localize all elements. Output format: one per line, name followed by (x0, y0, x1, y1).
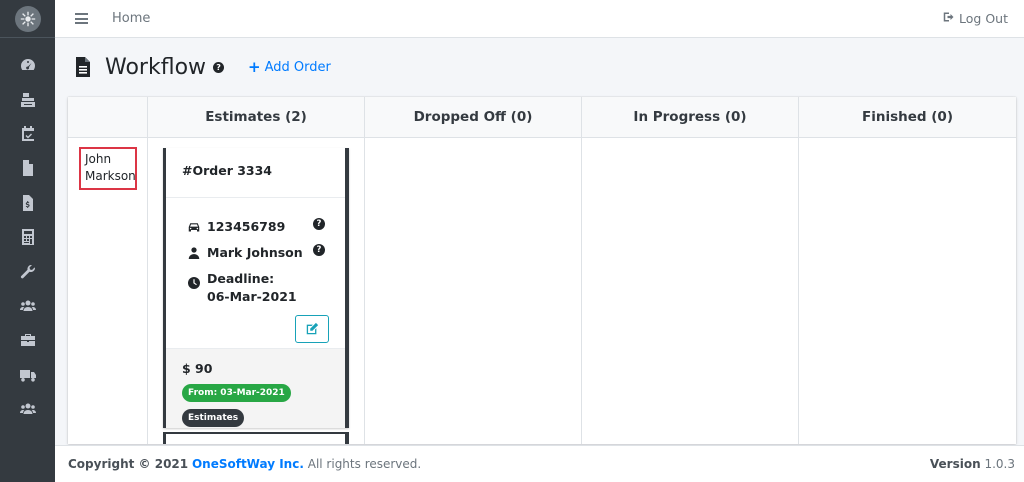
wrench-icon (20, 264, 36, 284)
sidebar-item-calculator[interactable] (0, 222, 55, 256)
car-icon (188, 223, 200, 232)
calendar-check-icon (20, 125, 36, 146)
sign-out-icon (943, 11, 955, 26)
document-icon (20, 160, 36, 180)
logo-icon (14, 5, 41, 32)
sidebar-item-services[interactable] (0, 256, 55, 290)
briefcase-icon (20, 332, 36, 352)
column-header-in-progress: In Progress (0) (582, 97, 799, 137)
lane-finished[interactable] (799, 138, 1016, 444)
deadline-text: Deadline: 06-Mar-2021 (207, 271, 297, 305)
from-date-badge: From: 03-Mar-2021 (182, 384, 291, 402)
sidebar-item-vehicles[interactable] (0, 360, 55, 394)
copyright-prefix: Copyright © 2021 (68, 457, 189, 471)
assignee-column-header (68, 97, 148, 137)
assignee-cell: John Markson (68, 138, 148, 444)
inventory-icon (20, 92, 36, 112)
top-navbar: Home Log Out (55, 0, 1024, 38)
sidebar-item-business[interactable] (0, 325, 55, 359)
column-header-finished: Finished (0) (862, 109, 953, 125)
customer-help-icon[interactable]: ? (313, 244, 325, 257)
sidebar-item-team[interactable] (0, 394, 55, 428)
page-header: Workflow ? + Add Order (55, 38, 1024, 96)
home-link[interactable]: Home (112, 11, 150, 26)
user-icon (188, 247, 200, 260)
order-price: $ 90 (182, 361, 213, 376)
order-details: 123456789 ? Mark Johnson ? Deadline: 06-… (166, 198, 345, 348)
edit-order-button[interactable] (295, 315, 329, 343)
sidebar-item-invoices[interactable] (0, 188, 55, 222)
truck-icon (19, 367, 36, 387)
copyright: Copyright © 2021 OneSoftWay Inc. All rig… (68, 457, 421, 471)
workflow-board: Estimates (2) Dropped Off (0) In Progres… (68, 97, 1016, 444)
customer-name: Mark Johnson (207, 245, 303, 261)
board-header: Estimates (2) Dropped Off (0) In Progres… (68, 97, 1016, 138)
sidebar-item-calendar[interactable] (0, 119, 55, 153)
users-icon (19, 298, 36, 318)
lane-estimates[interactable]: #Order 3334 123456789 ? Mark Johnson ? D… (148, 138, 365, 444)
lane-dropped-off[interactable] (365, 138, 582, 444)
column-header-estimates: Estimates (2) (148, 97, 365, 137)
deadline-row: Deadline: 06-Mar-2021 (188, 270, 298, 306)
sidebar-nav (0, 38, 55, 428)
customer-row: Mark Johnson ? (188, 244, 345, 262)
logout-link[interactable]: Log Out (943, 11, 1008, 26)
sidebar-item-documents[interactable] (0, 153, 55, 187)
calculator-icon (20, 229, 36, 249)
dashboard-icon (20, 57, 36, 77)
order-card-partial[interactable] (163, 432, 349, 444)
add-order-label: Add Order (264, 59, 331, 75)
plus-icon: + (248, 58, 261, 76)
column-header-dropped-off: Dropped Off (0) (365, 97, 582, 137)
page-title: Workflow (105, 54, 207, 80)
team-icon (19, 401, 36, 421)
sidebar-item-dashboard[interactable] (0, 50, 55, 84)
assignee-name[interactable]: John Markson (79, 147, 137, 190)
footer: Copyright © 2021 OneSoftWay Inc. All rig… (55, 445, 1024, 482)
document-icon (75, 57, 91, 77)
company-link[interactable]: OneSoftWay Inc. (192, 457, 304, 471)
rights-text: All rights reserved. (307, 457, 422, 471)
version-number: 1.0.3 (984, 457, 1015, 471)
status-badge: Estimates (182, 409, 245, 427)
help-icon[interactable]: ? (213, 61, 225, 73)
lane-in-progress[interactable] (582, 138, 799, 444)
sidebar-item-inventory[interactable] (0, 84, 55, 118)
clock-icon (188, 277, 200, 290)
logout-label: Log Out (959, 11, 1008, 26)
vehicle-row: 123456789 ? (188, 218, 345, 236)
menu-toggle-icon[interactable] (75, 13, 88, 24)
version-label: Version (929, 457, 981, 471)
sidebar-item-customers[interactable] (0, 291, 55, 325)
vehicle-help-icon[interactable]: ? (313, 218, 325, 230)
edit-icon (306, 322, 319, 335)
sidebar (0, 0, 55, 482)
add-order-button[interactable]: + Add Order (248, 58, 331, 76)
order-summary: $ 90 From: 03-Mar-2021 Estimates (166, 348, 345, 428)
order-card[interactable]: #Order 3334 123456789 ? Mark Johnson ? D… (163, 148, 349, 428)
invoice-icon (20, 194, 36, 215)
board-body: John Markson #Order 3334 123456789 ? Mar… (68, 138, 1016, 444)
version-info: Version 1.0.3 (930, 457, 1015, 471)
brand[interactable] (0, 0, 55, 38)
order-number: #Order 3334 (166, 148, 345, 198)
vehicle-number: 123456789 (207, 219, 286, 234)
